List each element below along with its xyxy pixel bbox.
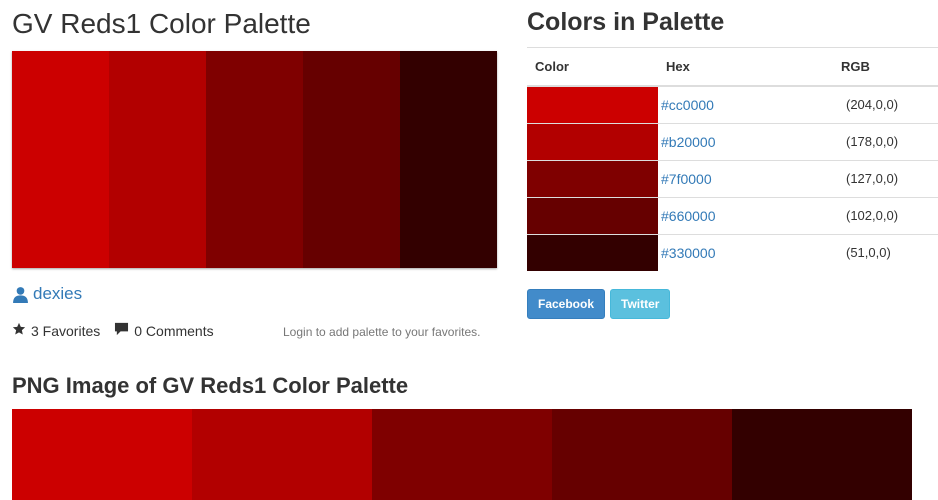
colors-section-title: Colors in Palette <box>527 8 725 36</box>
palette-swatch <box>12 51 109 268</box>
color-swatch-cell <box>527 196 658 234</box>
page-title: GV Reds1 Color Palette <box>12 8 311 39</box>
palette-preview <box>12 51 497 268</box>
author-link[interactable]: dexies <box>12 283 82 305</box>
color-swatch-cell <box>527 233 658 271</box>
palette-swatch <box>400 51 497 268</box>
color-swatch <box>527 234 658 271</box>
hex-link[interactable]: #cc0000 <box>661 97 714 113</box>
comments-label: 0 Comments <box>134 323 214 339</box>
png-palette-swatch <box>192 409 372 500</box>
user-icon <box>12 286 29 303</box>
comments-count: 0 Comments <box>114 322 214 340</box>
png-palette-image <box>12 409 912 500</box>
rgb-value: (204,0,0) <box>833 85 938 123</box>
comment-icon <box>114 322 129 340</box>
color-swatch <box>527 197 658 234</box>
colors-table: Color Hex RGB #cc0000 (204,0,0) #b20000 … <box>527 47 938 271</box>
favorites-count: 3 Favorites <box>12 322 100 340</box>
rgb-value: (102,0,0) <box>833 196 938 234</box>
table-row: #660000 (102,0,0) <box>527 196 938 234</box>
png-palette-swatch <box>732 409 912 500</box>
login-note: Login to add palette to your favorites. <box>283 325 481 339</box>
column-header-hex: Hex <box>658 47 833 87</box>
rgb-value: (51,0,0) <box>833 233 938 271</box>
palette-stats: 3 Favorites 0 Comments <box>12 322 228 340</box>
hex-link[interactable]: #330000 <box>661 245 716 261</box>
column-header-color: Color <box>527 47 658 87</box>
hex-link[interactable]: #660000 <box>661 208 716 224</box>
hex-link[interactable]: #b20000 <box>661 134 716 150</box>
color-swatch <box>527 123 658 160</box>
column-header-rgb: RGB <box>833 47 938 87</box>
favorites-label: 3 Favorites <box>31 323 101 339</box>
color-swatch-cell <box>527 159 658 197</box>
share-buttons: Facebook Twitter <box>527 289 671 319</box>
palette-swatch <box>109 51 206 268</box>
palette-swatch <box>206 51 303 268</box>
png-palette-swatch <box>552 409 732 500</box>
color-swatch-cell <box>527 122 658 160</box>
color-swatch <box>527 160 658 197</box>
color-swatch-cell <box>527 85 658 123</box>
png-palette-swatch <box>372 409 552 500</box>
hex-link[interactable]: #7f0000 <box>661 171 712 187</box>
author-name: dexies <box>33 284 83 303</box>
png-palette-swatch <box>12 409 192 500</box>
star-icon <box>12 322 26 340</box>
table-row: #7f0000 (127,0,0) <box>527 159 938 197</box>
table-row: #330000 (51,0,0) <box>527 233 938 271</box>
table-row: #cc0000 (204,0,0) <box>527 85 938 123</box>
rgb-value: (178,0,0) <box>833 122 938 160</box>
png-section-title: PNG Image of GV Reds1 Color Palette <box>12 373 409 398</box>
facebook-share-button[interactable]: Facebook <box>527 289 606 319</box>
table-row: #b20000 (178,0,0) <box>527 122 938 160</box>
table-header-row: Color Hex RGB <box>527 47 938 87</box>
palette-swatch <box>303 51 400 268</box>
rgb-value: (127,0,0) <box>833 159 938 197</box>
color-swatch <box>527 86 658 123</box>
twitter-share-button[interactable]: Twitter <box>610 289 671 319</box>
